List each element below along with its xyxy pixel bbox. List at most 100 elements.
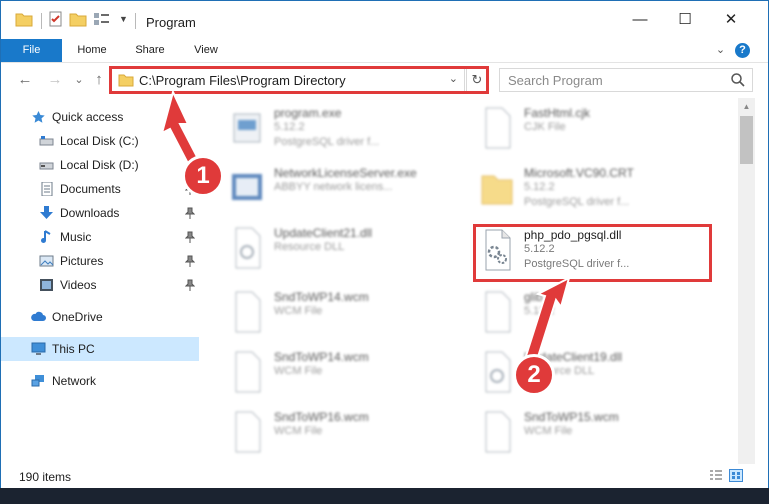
file-item[interactable]: UpdateClient19.dll Resource DLL: [456, 344, 701, 400]
file-item[interactable]: UpdateClient21.dll Resource DLL: [206, 220, 451, 276]
file-type: WCM File: [524, 425, 573, 437]
file-type: CJK File: [524, 121, 566, 133]
pin-icon[interactable]: [185, 255, 195, 267]
sidebar-item-label: Network: [52, 374, 97, 388]
chevron-down-icon[interactable]: ▼: [119, 14, 128, 24]
details-view-icon[interactable]: [709, 469, 723, 482]
tab-share[interactable]: Share: [125, 39, 175, 62]
file-highlight-box: [473, 224, 712, 282]
file-version: 5.12.2: [274, 121, 305, 133]
pin-icon[interactable]: [185, 279, 195, 291]
forward-button[interactable]: →: [47, 71, 63, 89]
maximize-button[interactable]: ☐: [662, 1, 708, 39]
file-icon: [235, 351, 261, 393]
sidebar-item-documents[interactable]: Documents: [1, 177, 199, 201]
file-description: PostgreSQL driver f...: [524, 196, 630, 208]
videos-icon: [40, 279, 53, 291]
file-item[interactable]: Microsoft.VC90.CRT 5.12.2 PostgreSQL dri…: [456, 160, 701, 216]
pictures-icon: [39, 255, 54, 267]
sidebar-item-this-pc[interactable]: This PC: [1, 337, 199, 361]
large-icons-view-icon[interactable]: [729, 469, 743, 482]
exe-icon: [232, 174, 262, 200]
sidebar-item-label: This PC: [52, 342, 95, 356]
tab-file[interactable]: File: [1, 39, 62, 62]
explorer-window: ▼ Program — ☐ ✕ File Home Share View ⌄ ?…: [0, 0, 769, 488]
file-type: WCM File: [274, 305, 323, 317]
file-description: Resource DLL: [274, 241, 345, 253]
properties-icon[interactable]: [47, 11, 65, 27]
folder-icon[interactable]: [15, 11, 33, 27]
sidebar-item-label: Documents: [60, 182, 121, 196]
new-folder-icon[interactable]: [69, 11, 87, 27]
sidebar-item-label: Downloads: [60, 206, 120, 220]
scroll-up-icon[interactable]: ▲: [738, 98, 755, 115]
sidebar-item-onedrive[interactable]: OneDrive: [1, 305, 199, 329]
dll-icon: [235, 227, 261, 269]
customize-toolbar-icon[interactable]: [93, 11, 111, 27]
file-type: WCM File: [274, 425, 323, 437]
file-item[interactable]: program.exe 5.12.2 PostgreSQL driver f..…: [206, 100, 451, 156]
vertical-scrollbar[interactable]: ▲: [738, 98, 755, 464]
file-icon: [485, 291, 511, 333]
file-item[interactable]: FastHtml.cjk CJK File: [456, 100, 701, 156]
file-name: FastHtml.cjk: [524, 106, 590, 120]
drive-icon: [39, 136, 54, 146]
sidebar-item-local-disk-d[interactable]: Local Disk (D:): [1, 153, 199, 177]
sidebar-item-pictures[interactable]: Pictures: [1, 249, 199, 273]
sidebar-item-network[interactable]: Network: [1, 369, 199, 393]
music-icon: [41, 230, 51, 243]
file-item[interactable]: SndToWP15.wcm WCM File: [456, 404, 701, 460]
back-button[interactable]: ←: [17, 71, 33, 89]
tab-home[interactable]: Home: [67, 39, 117, 62]
sidebar-item-music[interactable]: Music: [1, 225, 199, 249]
sidebar-item-label: OneDrive: [52, 310, 103, 324]
file-list: program.exe 5.12.2 PostgreSQL driver f..…: [206, 98, 738, 464]
file-item[interactable]: SndToWP16.wcm WCM File: [206, 404, 451, 460]
file-icon: [485, 107, 511, 149]
scroll-thumb[interactable]: [740, 116, 753, 164]
network-icon: [31, 375, 44, 387]
sidebar-item-local-disk-c[interactable]: Local Disk (C:): [1, 129, 199, 153]
status-bar: 190 items: [1, 464, 768, 488]
close-button[interactable]: ✕: [708, 1, 754, 39]
file-item[interactable]: SndToWP14.wcm WCM File: [206, 284, 451, 340]
computer-icon: [31, 342, 46, 355]
file-item[interactable]: glib 5.12.2: [456, 284, 701, 340]
search-icon[interactable]: [730, 72, 746, 88]
sidebar-item-label: Pictures: [60, 254, 104, 268]
search-input[interactable]: Search Program: [499, 68, 753, 92]
dll-icon: [485, 351, 511, 393]
item-count: 190 items: [19, 470, 72, 484]
recent-locations-button[interactable]: ⌄: [71, 71, 87, 89]
file-name: SndToWP15.wcm: [524, 410, 619, 424]
downloads-icon: [40, 206, 53, 219]
exe-icon: [233, 113, 261, 143]
file-type: WCM File: [274, 365, 323, 377]
pin-icon[interactable]: [185, 231, 195, 243]
step-1-badge: 1: [182, 155, 224, 197]
sidebar-item-videos[interactable]: Videos: [1, 273, 199, 297]
documents-icon: [41, 182, 53, 196]
toolbar-separator: [41, 13, 42, 29]
address-highlight-box: [109, 66, 489, 94]
minimize-button[interactable]: —: [617, 1, 663, 39]
up-button[interactable]: ↑: [91, 71, 107, 89]
sidebar-item-label: Local Disk (C:): [60, 134, 139, 148]
title-bar: ▼ Program — ☐ ✕: [1, 1, 768, 39]
file-name: glib: [524, 290, 543, 304]
tab-view[interactable]: View: [181, 39, 231, 62]
expand-ribbon-icon[interactable]: ⌄: [713, 43, 728, 58]
file-item[interactable]: SndToWP14.wcm WCM File: [206, 344, 451, 400]
file-item[interactable]: NetworkLicenseServer.exe ABBYY network l…: [206, 160, 451, 216]
sidebar-item-label: Videos: [60, 278, 97, 292]
cloud-icon: [31, 311, 46, 321]
sidebar-item-quick-access[interactable]: Quick access: [1, 105, 199, 129]
folder-icon: [481, 175, 513, 205]
sidebar-item-label: Local Disk (D:): [60, 158, 139, 172]
help-icon[interactable]: ?: [735, 43, 750, 58]
file-icon: [485, 411, 511, 453]
file-name: Microsoft.VC90.CRT: [524, 166, 634, 180]
file-name: program.exe: [274, 106, 342, 120]
sidebar-item-downloads[interactable]: Downloads: [1, 201, 199, 225]
pin-icon[interactable]: [185, 207, 195, 219]
